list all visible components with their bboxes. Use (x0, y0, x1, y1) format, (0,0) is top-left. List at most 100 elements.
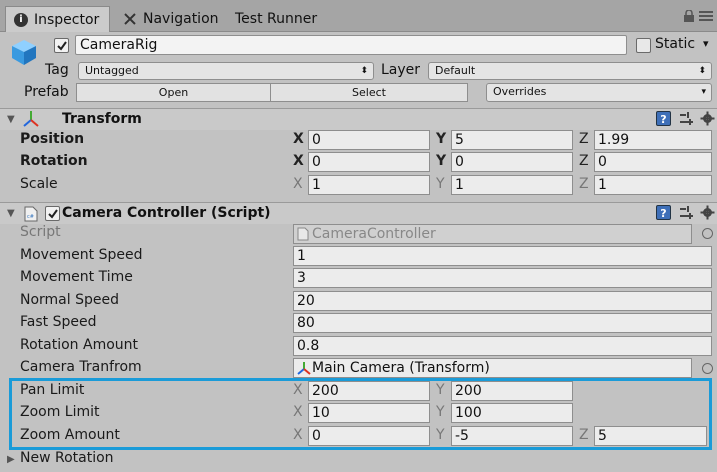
fold-arrow-icon[interactable]: ▶ (7, 454, 15, 465)
updown-arrow-icon: ⬍ (698, 66, 706, 76)
tab-test-runner[interactable]: Test Runner (227, 6, 325, 32)
transform-icon (23, 111, 39, 127)
script-value: CameraController (312, 226, 436, 242)
layer-value: Default (435, 64, 476, 77)
movement-time-field[interactable]: 3 (293, 268, 712, 288)
tab-navigation[interactable]: Navigation (115, 6, 227, 32)
tab-label: Test Runner (235, 11, 318, 27)
gear-icon[interactable] (700, 205, 715, 220)
navigation-icon (124, 13, 136, 25)
camera-controller-title: Camera Controller (Script) (62, 205, 271, 221)
cube-icon (12, 40, 36, 65)
menu-icon[interactable] (699, 11, 713, 21)
open-prefab-button[interactable]: Open (76, 83, 271, 102)
tag-dropdown[interactable]: Untagged ⬍ (78, 62, 374, 80)
preset-icon[interactable] (679, 205, 694, 220)
rotation-z-field[interactable]: 0 (594, 152, 712, 172)
tag-label: Tag (45, 62, 69, 78)
axis-x-label: X (293, 131, 304, 147)
zoom-amount-y-field[interactable]: -5 (451, 426, 573, 446)
axis-x-label: X (293, 176, 303, 192)
prefab-label: Prefab (24, 84, 69, 100)
position-x-field[interactable]: 0 (308, 130, 430, 150)
scale-y-field[interactable]: 1 (451, 175, 573, 195)
axis-y-label: Y (436, 404, 445, 420)
position-z-field[interactable]: 1.99 (594, 130, 712, 150)
scale-z-field[interactable]: 1 (594, 175, 712, 195)
object-name-field[interactable]: CameraRig (75, 35, 627, 55)
info-icon: i (14, 12, 28, 27)
axis-z-label: Z (579, 176, 589, 192)
camera-transform-label: Camera Tranfrom (20, 359, 142, 375)
zoom-limit-x-field[interactable]: 10 (308, 403, 430, 423)
axis-z-label: Z (579, 427, 589, 443)
position-label: Position (20, 131, 85, 147)
layer-label: Layer (381, 62, 421, 78)
lock-icon[interactable] (683, 10, 695, 22)
zoom-limit-label: Zoom Limit (20, 404, 100, 420)
tab-inspector[interactable]: i Inspector (5, 6, 110, 32)
pan-limit-x-field[interactable]: 200 (308, 381, 430, 401)
tab-label: Inspector (34, 11, 100, 28)
axis-y-label: Y (436, 382, 445, 398)
rotation-x-field[interactable]: 0 (308, 152, 430, 172)
select-prefab-button[interactable]: Select (270, 83, 468, 102)
checkmark-icon (47, 208, 58, 219)
axis-z-label: Z (579, 131, 589, 147)
active-checkbox[interactable] (54, 38, 69, 53)
rotation-label: Rotation (20, 153, 88, 169)
transform-title: Transform (62, 111, 142, 127)
zoom-amount-x-field[interactable]: 0 (308, 426, 430, 446)
pan-limit-label: Pan Limit (20, 382, 85, 398)
script-label: Script (20, 224, 61, 240)
object-picker-icon (702, 228, 713, 239)
fold-arrow-icon[interactable]: ▼ (7, 114, 15, 125)
object-picker-icon[interactable] (702, 363, 713, 374)
script-field: CameraController (293, 224, 692, 244)
overrides-dropdown[interactable]: Overrides ▾ (486, 83, 712, 102)
axis-x-label: X (293, 427, 303, 443)
axis-x-label: X (293, 382, 303, 398)
axis-x-label: X (293, 404, 303, 420)
tag-value: Untagged (85, 64, 139, 77)
preset-icon[interactable] (679, 111, 694, 126)
checkmark-icon (56, 40, 67, 51)
camera-transform-value: Main Camera (Transform) (312, 360, 490, 376)
updown-arrow-icon: ⬍ (360, 66, 368, 76)
position-y-field[interactable]: 5 (451, 130, 573, 150)
axis-x-label: X (293, 153, 304, 169)
fast-speed-label: Fast Speed (20, 314, 97, 330)
script-file-icon: c# (24, 206, 38, 222)
normal-speed-field[interactable]: 20 (293, 291, 712, 311)
zoom-amount-z-field[interactable]: 5 (594, 426, 707, 446)
normal-speed-label: Normal Speed (20, 292, 119, 308)
rotation-amount-label: Rotation Amount (20, 337, 139, 353)
axis-z-label: Z (579, 153, 589, 169)
static-dropdown-arrow[interactable]: ▾ (703, 37, 709, 50)
tab-label: Navigation (143, 11, 219, 27)
rotation-y-field[interactable]: 0 (451, 152, 573, 172)
layer-dropdown[interactable]: Default ⬍ (428, 62, 712, 80)
movement-speed-label: Movement Speed (20, 247, 143, 263)
help-icon[interactable]: ? (656, 111, 671, 126)
pan-limit-y-field[interactable]: 200 (451, 381, 573, 401)
fold-arrow-icon[interactable]: ▼ (7, 208, 15, 219)
zoom-limit-y-field[interactable]: 100 (451, 403, 573, 423)
axis-y-label: Y (436, 131, 447, 147)
svg-text:c#: c# (27, 214, 34, 220)
movement-speed-field[interactable]: 1 (293, 246, 712, 266)
axis-y-label: Y (436, 153, 447, 169)
movement-time-label: Movement Time (20, 269, 133, 285)
fast-speed-field[interactable]: 80 (293, 313, 712, 333)
new-rotation-label[interactable]: New Rotation (20, 450, 114, 466)
component-enabled-checkbox[interactable] (45, 206, 60, 221)
scale-x-field[interactable]: 1 (308, 175, 430, 195)
rotation-amount-field[interactable]: 0.8 (293, 336, 712, 356)
script-file-icon (297, 227, 309, 241)
camera-transform-field[interactable]: Main Camera (Transform) (293, 358, 692, 378)
static-checkbox[interactable] (636, 38, 651, 53)
axis-y-label: Y (436, 427, 445, 443)
axis-y-label: Y (436, 176, 445, 192)
gear-icon[interactable] (700, 111, 715, 126)
help-icon[interactable]: ? (656, 205, 671, 220)
